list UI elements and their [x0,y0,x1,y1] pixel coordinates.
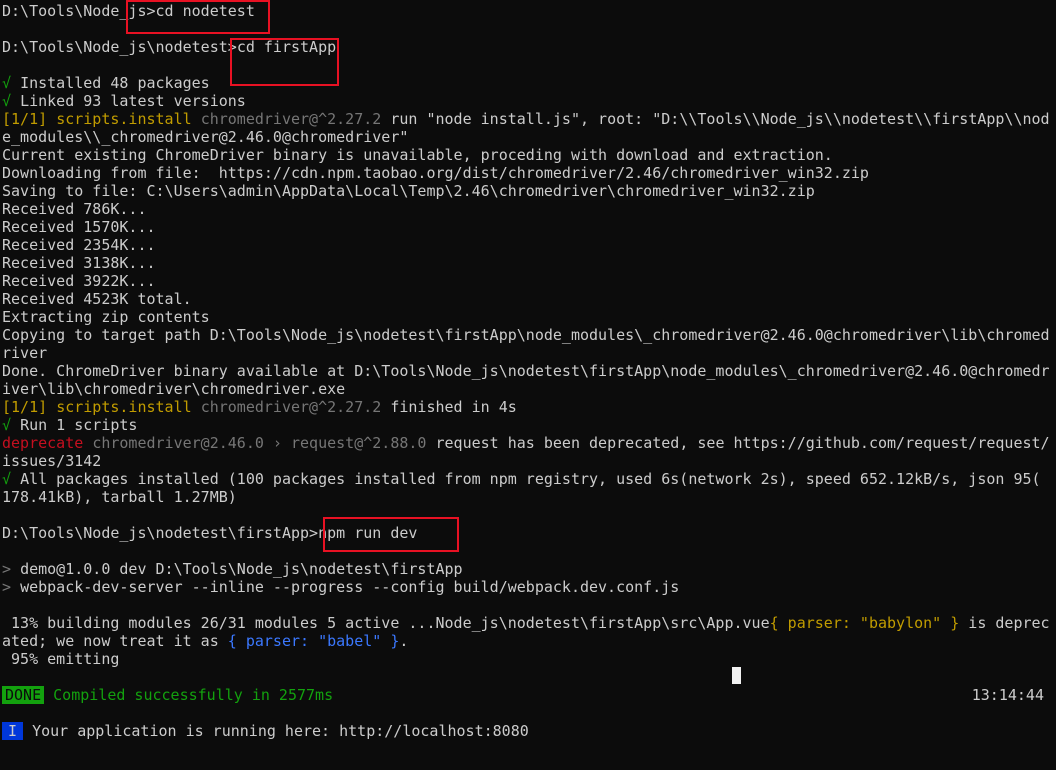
script-name: scripts.install [56,398,192,416]
command: npm run dev [318,524,418,542]
text-cursor [732,667,741,684]
log-line: Current existing ChromeDriver binary is … [2,146,833,164]
log-line: Done. ChromeDriver binary available at D… [2,362,1050,380]
check-icon: √ [2,92,12,110]
command: cd nodetest [155,2,255,20]
script-install-line: [1/1] scripts.install chromedriver@^2.27… [2,110,1050,128]
installed-text: Installed 48 packages [20,74,210,92]
log-line: Extracting zip contents [2,308,210,326]
parser-babel: { parser: "babel" } [227,632,400,650]
deprecate-line: deprecate chromedriver@2.46.0 › request@… [2,434,1050,452]
prompt: D:\Tools\Node_js\nodetest\firstApp> [2,524,319,542]
script-install-wrap: e_modules\\_chromedriver@2.46.0@chromedr… [2,128,409,146]
terminal-window[interactable]: D:\Tools\Node_js>cd nodetest D:\Tools\No… [2,0,1056,770]
npm-command-text: webpack-dev-server --inline --progress -… [20,578,680,596]
npm-command-line: > webpack-dev-server --inline --progress… [2,578,679,596]
installed-line: √ Installed 48 packages [2,74,210,92]
arrow-icon: > [2,578,12,596]
script-finished-line: [1/1] scripts.install chromedriver@^2.27… [2,398,517,416]
all-installed-line: √ All packages installed (100 packages i… [2,470,1041,488]
run-scripts-line: √ Run 1 scripts [2,416,137,434]
check-icon: √ [2,470,12,488]
npm-script-line: > demo@1.0.0 dev D:\Tools\Node_js\nodete… [2,560,463,578]
parser-babylon: { parser: "babylon" } [769,614,960,632]
build-text-tail: . [399,632,409,650]
log-line: Received 786K... [2,200,147,218]
build-progress-line: 13% building modules 26/31 modules 5 act… [2,614,1050,632]
build-deprecated-line: ated; we now treat it as { parser: "babe… [2,632,408,650]
linked-line: √ Linked 93 latest versions [2,92,246,110]
prompt-line-3: D:\Tools\Node_js\nodetest\firstApp>npm r… [2,524,417,542]
script-rest: run "node install.js", root: "D:\\Tools\… [390,110,1050,128]
log-line: Received 3138K... [2,254,156,272]
prompt: D:\Tools\Node_js\nodetest> [2,38,237,56]
all-installed-wrap: 178.41kB), tarball 1.27MB) [2,488,237,506]
check-icon: √ [2,416,12,434]
log-line: Received 4523K total. [2,290,192,308]
build-text: ated; we now treat it as [2,632,228,650]
script-pkg: chromedriver@^2.27.2 [200,398,382,416]
script-pkg: chromedriver@^2.27.2 [200,110,382,128]
script-tag: [1/1] [2,398,48,416]
info-line: I Your application is running here: http… [2,722,529,740]
deprecate-pkg: chromedriver@2.46.0 › request@^2.88.0 [92,434,427,452]
script-rest: finished in 4s [390,398,517,416]
all-installed-text: All packages installed (100 packages ins… [20,470,1041,488]
npm-script-text: demo@1.0.0 dev D:\Tools\Node_js\nodetest… [20,560,463,578]
build-text: 13% building modules 26/31 modules 5 act… [2,614,770,632]
arrow-icon: > [2,560,12,578]
linked-text: Linked 93 latest versions [20,92,246,110]
done-badge: DONE [2,686,45,704]
info-badge: I [2,722,24,740]
prompt: D:\Tools\Node_js> [2,2,156,20]
log-line: Saving to file: C:\Users\admin\AppData\L… [2,182,815,200]
check-icon: √ [2,74,12,92]
deprecate-text: request has been deprecated, see https:/… [435,434,1050,452]
emitting-line: 95% emitting [2,650,120,668]
prompt-line-2: D:\Tools\Node_js\nodetest>cd firstApp [2,38,336,56]
done-time: 13:14:44 [971,686,1044,704]
script-name: scripts.install [56,110,192,128]
log-line: Received 3922K... [2,272,156,290]
run-scripts-text: Run 1 scripts [20,416,138,434]
log-line: Downloading from file: https://cdn.npm.t… [2,164,869,182]
prompt-line-1: D:\Tools\Node_js>cd nodetest [2,2,255,20]
log-line: Received 1570K... [2,218,156,236]
command: cd firstApp [236,38,337,56]
log-line: Received 2354K... [2,236,156,254]
script-tag: [1/1] [2,110,48,128]
deprecate-label: deprecate [2,434,84,452]
log-line: river [2,344,48,362]
log-line: iver\lib\chromedriver\chromedriver.exe [2,380,346,398]
done-line: DONE Compiled successfully in 2577ms [2,686,333,704]
done-text: Compiled successfully in 2577ms [53,686,334,704]
info-text: Your application is running here: http:/… [32,722,529,740]
deprecate-wrap: issues/3142 [2,452,102,470]
build-text-tail: is deprec [959,614,1050,632]
log-line: Copying to target path D:\Tools\Node_js\… [2,326,1050,344]
